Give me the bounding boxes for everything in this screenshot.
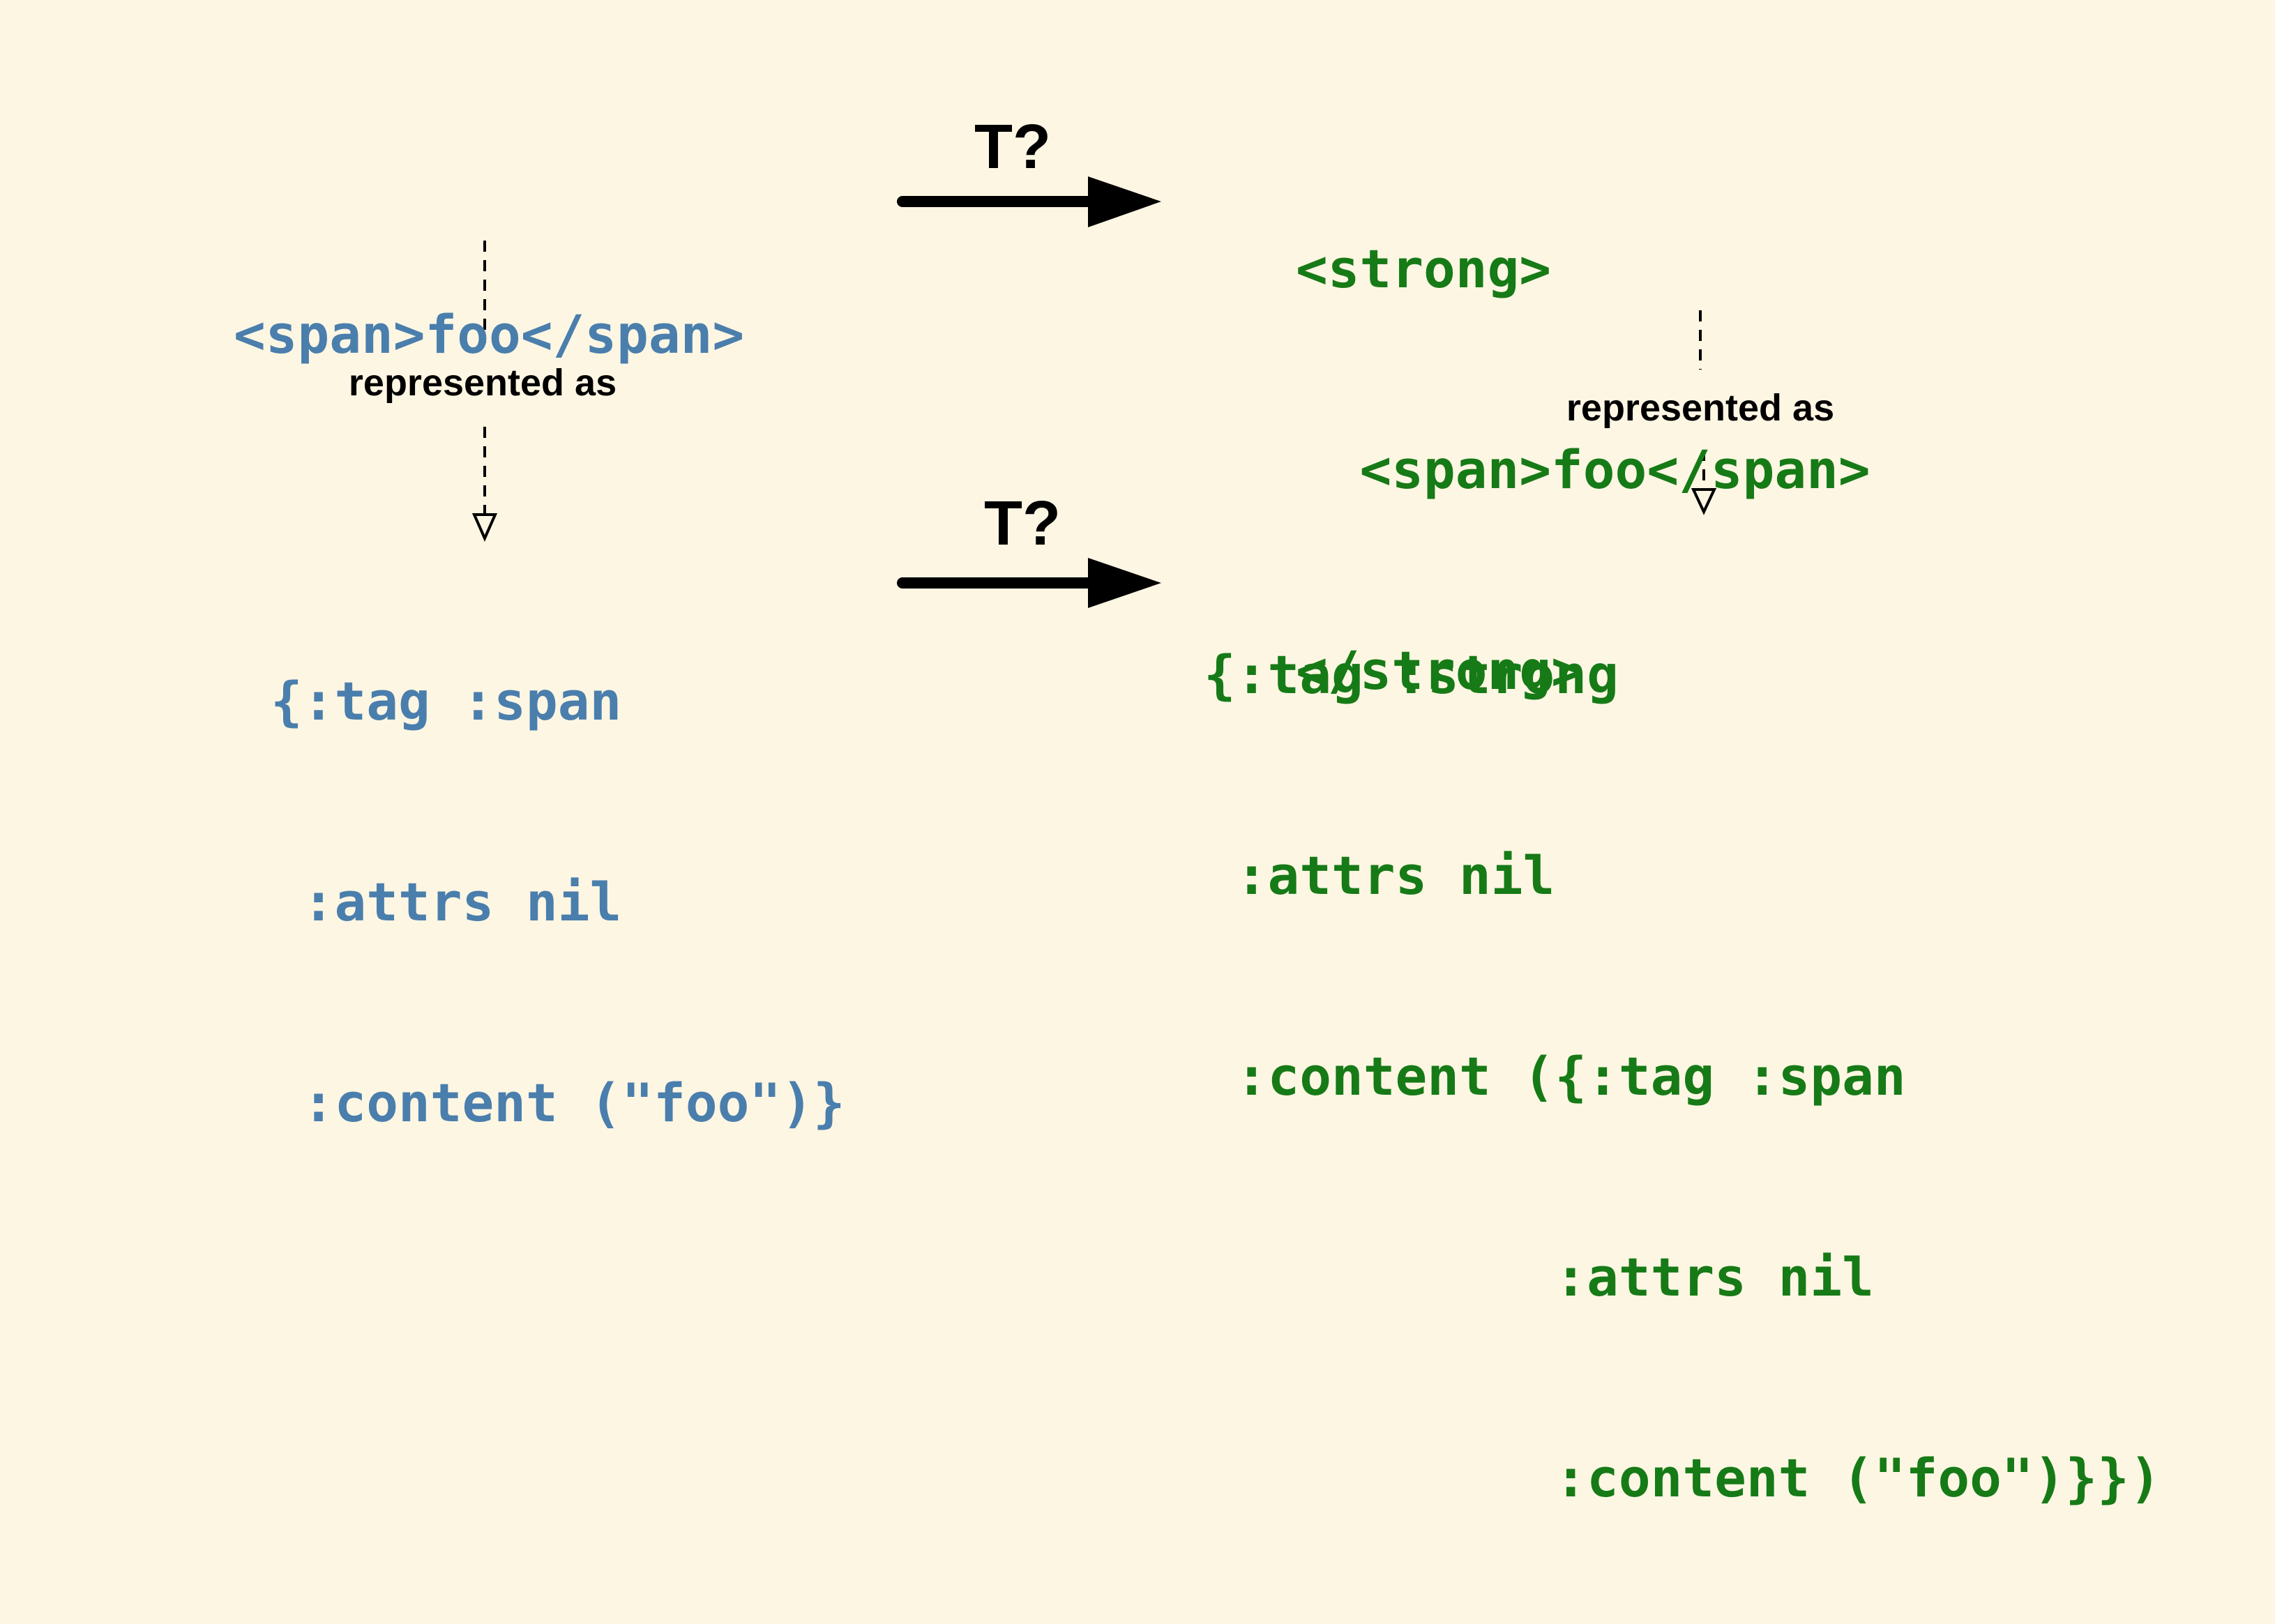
diagram-canvas: { "left_html": ["<span>foo</span>"], "le…	[0, 0, 2275, 1624]
output-map-line-2: :attrs nil	[1204, 844, 1555, 906]
input-map-line-3: :content ("foo")}	[271, 1072, 845, 1134]
output-html-line-2: <span>foo</span>	[1296, 439, 1870, 501]
output-map-line-1: {:tag :strong	[1204, 644, 1619, 706]
top-transform-arrowhead	[1088, 176, 1161, 227]
right-represented-as-label: represented as	[1566, 387, 1835, 429]
bottom-transform-label: T?	[984, 489, 1061, 559]
output-html-line-1: <strong>	[1296, 238, 1552, 300]
input-map-snippet: {:tag :span :attrs nil :content ("foo")}	[271, 534, 845, 1204]
input-map-line-2: :attrs nil	[271, 871, 622, 933]
input-html-line: <span>foo</span>	[234, 303, 745, 365]
bottom-transform-arrowhead	[1088, 558, 1161, 608]
output-map-line-4: :attrs nil	[1204, 1246, 1874, 1308]
output-map-line-3: :content ({:tag :span	[1204, 1045, 1906, 1107]
top-transform-label: T?	[974, 112, 1051, 182]
output-map-line-5: :content ("foo")}})	[1204, 1447, 2161, 1509]
left-represented-as-label: represented as	[348, 362, 617, 404]
input-map-line-1: {:tag :span	[271, 670, 622, 732]
output-map-snippet: {:tag :strong :attrs nil :content ({:tag…	[1204, 508, 2161, 1579]
